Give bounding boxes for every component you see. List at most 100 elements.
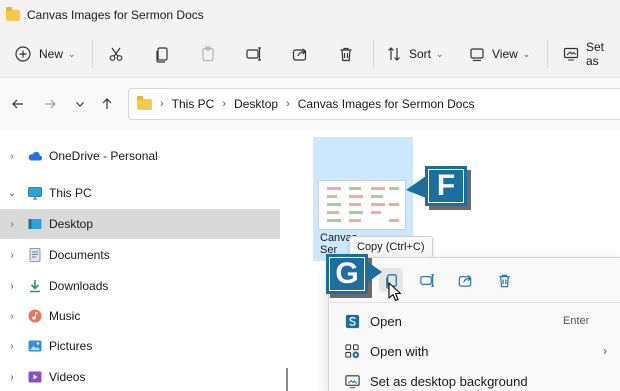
callout-g-pointer bbox=[368, 262, 382, 282]
nav-item-onedrive[interactable]: › OneDrive - Personal bbox=[0, 141, 280, 171]
arrow-right-icon bbox=[45, 99, 56, 109]
breadcrumb-chevron: › bbox=[160, 98, 164, 110]
trash-icon bbox=[337, 45, 355, 63]
chevron-right-icon[interactable]: › bbox=[7, 250, 17, 261]
plus-circle-icon bbox=[14, 45, 32, 63]
nav-item-label: This PC bbox=[49, 186, 92, 200]
sort-button[interactable]: Sort ⌄ bbox=[385, 42, 444, 66]
rename-icon bbox=[419, 273, 434, 287]
set-as-label: Set as bbox=[586, 40, 605, 68]
chevron-right-icon[interactable]: › bbox=[7, 219, 17, 230]
clipboard-icon bbox=[199, 45, 217, 63]
context-menu-divider bbox=[329, 302, 620, 303]
nav-item-videos[interactable]: › Videos bbox=[0, 362, 280, 391]
up-button[interactable] bbox=[97, 94, 117, 114]
callout-f-letter: F bbox=[436, 169, 456, 202]
pictures-icon bbox=[27, 338, 43, 354]
videos-icon bbox=[27, 369, 43, 385]
nav-item-desktop[interactable]: › Desktop bbox=[0, 209, 280, 239]
command-bar: New ⌄ Sort ⌄ View ⌄ Set as bbox=[0, 30, 620, 78]
context-item-open[interactable]: Open Enter bbox=[329, 306, 620, 336]
toolbar-divider bbox=[547, 40, 548, 68]
chevron-right-icon[interactable]: › bbox=[7, 281, 17, 292]
folder-icon bbox=[6, 6, 20, 21]
callout-g-badge: G bbox=[326, 254, 368, 294]
set-as-background-icon bbox=[562, 45, 580, 63]
nav-item-documents[interactable]: › Documents bbox=[0, 240, 280, 270]
toolbar-divider bbox=[373, 40, 374, 68]
share-icon bbox=[291, 45, 309, 63]
chevron-right-icon[interactable]: › bbox=[7, 151, 17, 162]
share-icon bbox=[458, 274, 472, 287]
callout-g-letter: G bbox=[335, 257, 359, 290]
recent-locations-button[interactable] bbox=[70, 94, 90, 114]
nav-item-label: Downloads bbox=[49, 279, 109, 293]
chevron-down-icon: ⌄ bbox=[68, 48, 76, 59]
nav-item-pictures[interactable]: › Pictures bbox=[0, 331, 280, 361]
nav-item-this-pc[interactable]: ⌄ This PC bbox=[0, 178, 280, 208]
cloud-icon bbox=[27, 148, 43, 164]
mouse-pointer-icon bbox=[388, 282, 402, 302]
forward-button[interactable] bbox=[40, 94, 60, 114]
view-button[interactable]: View ⌄ bbox=[468, 42, 530, 66]
share-button[interactable] bbox=[291, 42, 309, 66]
arrow-up-icon bbox=[102, 98, 112, 109]
breadcrumb-current-folder[interactable]: Canvas Images for Sermon Docs bbox=[298, 97, 475, 111]
new-button[interactable]: New ⌄ bbox=[14, 42, 76, 66]
chevron-right-icon[interactable]: › bbox=[7, 311, 17, 322]
open-with-icon bbox=[343, 342, 361, 360]
music-icon bbox=[27, 308, 43, 324]
chevron-down-icon bbox=[76, 102, 84, 107]
breadcrumb-desktop[interactable]: Desktop bbox=[234, 97, 278, 111]
context-item-set-as-desktop-background[interactable]: Set as desktop background bbox=[329, 366, 620, 391]
navigation-pane: › OneDrive - Personal ⌄ This PC › Deskto… bbox=[0, 130, 286, 391]
cut-button[interactable] bbox=[107, 42, 125, 66]
chevron-down-icon[interactable]: ⌄ bbox=[7, 188, 17, 199]
copy-button[interactable] bbox=[153, 42, 171, 66]
paste-button[interactable] bbox=[199, 42, 217, 66]
chevron-right-icon[interactable]: › bbox=[7, 372, 17, 383]
address-bar[interactable]: › This PC › Desktop › Canvas Images for … bbox=[128, 88, 620, 120]
breadcrumb-this-pc[interactable]: This PC bbox=[172, 97, 215, 111]
context-item-label: Open bbox=[370, 313, 402, 329]
nav-item-label: Music bbox=[49, 309, 81, 323]
rename-icon bbox=[245, 45, 263, 63]
callout-f-badge: F bbox=[425, 166, 467, 206]
file-thumbnail bbox=[318, 180, 406, 230]
sort-label: Sort bbox=[409, 47, 432, 61]
rename-button[interactable] bbox=[245, 42, 263, 66]
chevron-right-icon[interactable]: › bbox=[7, 341, 17, 352]
context-share-button[interactable] bbox=[453, 268, 477, 292]
copy-icon bbox=[153, 45, 171, 63]
nav-item-label: Pictures bbox=[49, 339, 93, 353]
set-as-button[interactable]: Set as bbox=[562, 40, 620, 68]
document-icon bbox=[27, 247, 43, 263]
chevron-down-icon: ⌄ bbox=[436, 48, 444, 59]
sort-arrows-icon bbox=[385, 45, 403, 63]
nav-item-label: OneDrive - Personal bbox=[49, 149, 158, 163]
scrollbar[interactable] bbox=[286, 368, 288, 391]
download-icon bbox=[27, 278, 43, 294]
title-bar: Canvas Images for Sermon Docs bbox=[0, 0, 620, 30]
window-title: Canvas Images for Sermon Docs bbox=[27, 8, 204, 22]
context-item-label: Open with bbox=[370, 343, 429, 359]
nav-item-label: Documents bbox=[49, 248, 110, 262]
back-button[interactable] bbox=[8, 94, 28, 114]
context-delete-button[interactable] bbox=[492, 268, 516, 292]
nav-item-downloads[interactable]: › Downloads bbox=[0, 271, 280, 301]
callout-f-pointer bbox=[406, 176, 426, 198]
context-item-open-with[interactable]: Open with › bbox=[329, 336, 620, 366]
open-app-icon bbox=[343, 312, 361, 330]
desktop-background-icon bbox=[343, 372, 361, 390]
context-item-shortcut: Enter bbox=[563, 315, 590, 327]
nav-item-label: Videos bbox=[49, 370, 86, 384]
context-item-label: Set as desktop background bbox=[370, 373, 528, 389]
navigation-bar: › This PC › Desktop › Canvas Images for … bbox=[0, 78, 620, 130]
nav-item-music[interactable]: › Music bbox=[0, 301, 280, 331]
arrow-left-icon bbox=[12, 99, 23, 109]
context-rename-button[interactable] bbox=[415, 268, 439, 292]
computer-icon bbox=[27, 185, 43, 201]
folder-icon bbox=[137, 95, 152, 110]
scissors-icon bbox=[107, 45, 125, 63]
delete-button[interactable] bbox=[337, 42, 355, 66]
